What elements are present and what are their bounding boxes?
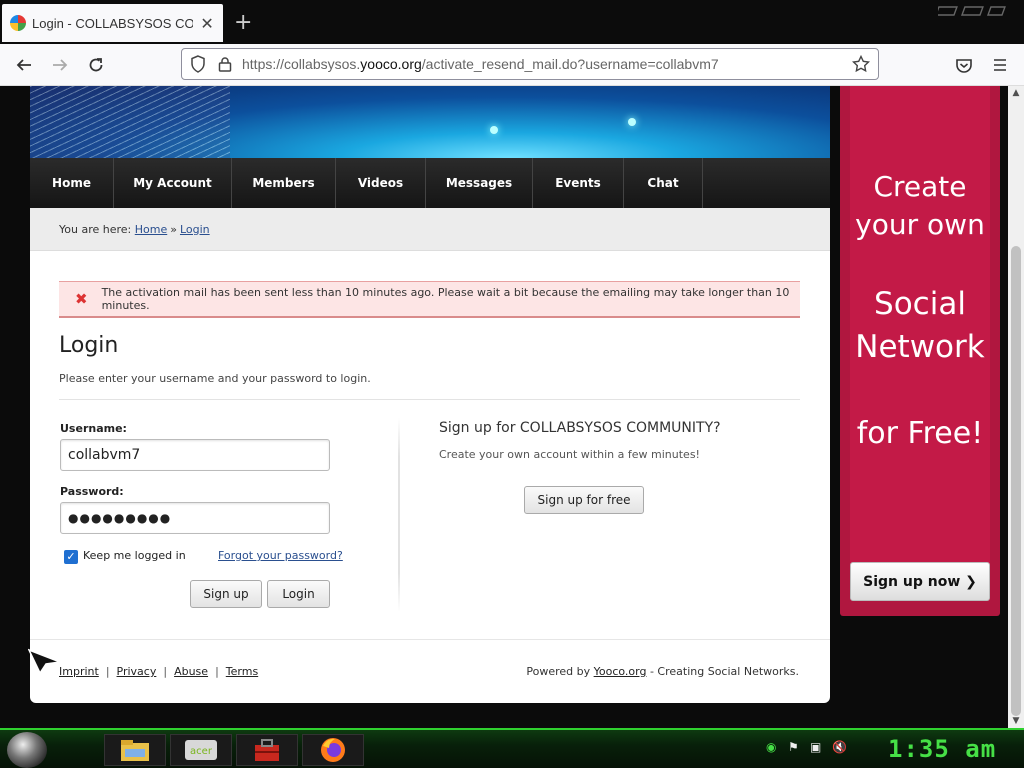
error-alert: ✖ The activation mail has been sent less… [59, 281, 800, 318]
action-center-flag-icon[interactable]: ⚑ [788, 740, 802, 754]
nav-videos[interactable]: Videos [336, 158, 426, 208]
nav-chat[interactable]: Chat [624, 158, 703, 208]
login-button[interactable]: Login [267, 580, 330, 608]
footer-privacy-link[interactable]: Privacy [117, 665, 157, 678]
url-text[interactable]: https://collabsysos.yooco.org/activate_r… [242, 56, 719, 72]
tracking-shield-icon[interactable] [190, 55, 206, 73]
breadcrumb-home-link[interactable]: Home [135, 223, 167, 236]
menu-hamburger-icon[interactable] [988, 53, 1012, 77]
browser-tab[interactable]: Login - COLLABSYSOS COMMU ✕ [2, 4, 223, 42]
breadcrumb-login-link[interactable]: Login [180, 223, 210, 236]
start-button[interactable] [7, 732, 47, 768]
display-icon[interactable]: ▣ [810, 740, 824, 754]
forgot-password-link[interactable]: Forgot your password? [218, 549, 343, 562]
browser-tab-strip: Login - COLLABSYSOS COMMU ✕ + [0, 0, 1024, 44]
scrollbar-thumb[interactable] [1011, 246, 1021, 716]
scroll-down-icon[interactable]: ▼ [1008, 716, 1024, 726]
window-controls[interactable] [934, 4, 1008, 21]
breadcrumb-separator: » [170, 222, 177, 236]
nav-events[interactable]: Events [533, 158, 624, 208]
nav-members[interactable]: Members [232, 158, 336, 208]
scroll-up-icon[interactable]: ▲ [1008, 88, 1024, 98]
address-bar[interactable]: https://collabsysos.yooco.org/activate_r… [181, 48, 879, 80]
login-subtitle: Please enter your username and your pass… [59, 372, 371, 385]
toolbox-icon[interactable] [236, 734, 298, 766]
signup-panel-title: Sign up for COLLABSYSOS COMMUNITY? [439, 420, 721, 436]
footer-abuse-link[interactable]: Abuse [174, 665, 208, 678]
os-taskbar: acer ◉ ⚑ ▣ 🔇 1:35 am [0, 728, 1024, 768]
lock-icon[interactable] [218, 56, 232, 72]
login-title: Login [59, 333, 119, 358]
breadcrumb: You are here: Home » Login [30, 208, 830, 251]
forward-arrow-icon[interactable] [48, 53, 72, 77]
network-status-icon[interactable]: ◉ [766, 740, 780, 754]
ad-line-for-free: for Free! [856, 416, 984, 451]
reload-icon[interactable] [84, 53, 108, 77]
footer-divider [30, 639, 830, 640]
ad-signup-now-button[interactable]: Sign up now ❯ [850, 562, 990, 601]
volume-muted-icon[interactable]: 🔇 [832, 740, 847, 754]
breadcrumb-prefix: You are here: [59, 222, 132, 236]
keep-logged-in-label[interactable]: Keep me logged in [83, 549, 186, 562]
page-scrollbar[interactable]: ▲ ▼ [1008, 86, 1024, 728]
browser-navbar: https://collabsysos.yooco.org/activate_r… [0, 44, 1024, 86]
password-input[interactable]: ●●●●●●●●● [60, 502, 330, 534]
signup-button[interactable]: Sign up [190, 580, 262, 608]
footer-links: Imprint | Privacy | Abuse | Terms [59, 665, 259, 678]
alert-message: The activation mail has been sent less t… [101, 286, 790, 312]
site-favicon-icon [10, 15, 26, 31]
mouse-cursor-icon [28, 648, 62, 674]
taskbar-clock[interactable]: 1:35 am [888, 735, 996, 763]
tab-title: Login - COLLABSYSOS COMMU [32, 15, 194, 31]
ad-line-network: Network [855, 329, 985, 365]
new-tab-button[interactable]: + [234, 10, 252, 35]
system-tray: ◉ ⚑ ▣ 🔇 [766, 740, 847, 754]
chevron-right-icon: ❯ [965, 573, 977, 590]
nav-messages[interactable]: Messages [426, 158, 533, 208]
nav-my-account[interactable]: My Account [114, 158, 232, 208]
back-arrow-icon[interactable] [12, 53, 36, 77]
ad-line-your-own: your own [855, 208, 985, 241]
bookmark-star-icon[interactable] [852, 55, 870, 73]
page-viewport: Home My Account Members Videos Messages … [0, 86, 1024, 728]
footer-imprint-link[interactable]: Imprint [59, 665, 99, 678]
main-navigation: Home My Account Members Videos Messages … [30, 158, 830, 208]
error-x-icon: ✖ [75, 290, 88, 308]
username-label: Username: [60, 422, 127, 435]
footer-terms-link[interactable]: Terms [226, 665, 258, 678]
ad-line-social: Social [874, 286, 966, 322]
close-tab-icon[interactable]: ✕ [199, 14, 215, 33]
yooco-link[interactable]: Yooco.org [594, 665, 647, 678]
nav-home[interactable]: Home [30, 158, 114, 208]
divider [59, 399, 800, 400]
signup-panel-subtitle: Create your own account within a few min… [439, 448, 700, 461]
header-banner [30, 86, 830, 158]
password-label: Password: [60, 485, 124, 498]
signup-free-button[interactable]: Sign up for free [524, 486, 644, 514]
username-input[interactable] [60, 439, 330, 471]
firefox-icon[interactable] [302, 734, 364, 766]
column-divider [398, 418, 400, 612]
signup-ad-banner[interactable]: Create your own Social Network for Free!… [840, 86, 1000, 616]
acer-app-icon[interactable]: acer [170, 734, 232, 766]
file-explorer-icon[interactable] [104, 734, 166, 766]
site-container: Home My Account Members Videos Messages … [30, 86, 830, 703]
pocket-icon[interactable] [952, 53, 976, 77]
ad-line-create: Create [873, 170, 967, 203]
powered-by: Powered by Yooco.org - Creating Social N… [526, 665, 799, 678]
svg-text:acer: acer [190, 746, 213, 757]
keep-logged-in-checkbox[interactable]: ✓ [64, 550, 78, 564]
